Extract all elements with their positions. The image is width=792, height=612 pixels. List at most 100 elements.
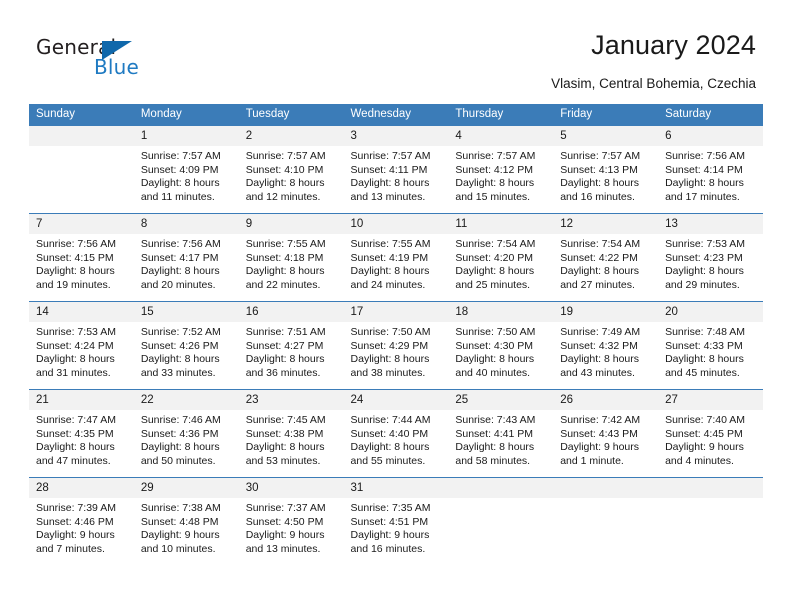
general-blue-logo[interactable]: General Blue [36, 36, 146, 84]
day-details: Sunrise: 7:50 AM Sunset: 4:29 PM Daylight:… [344, 322, 449, 380]
calendar-day[interactable]: 8 Sunrise: 7:56 AM Sunset: 4:17 PM Daylight… [133, 213, 239, 301]
calendar-day[interactable]: 21 Sunrise: 7:47 AM Sunset: 4:35 PM Dayligh… [29, 389, 134, 477]
daylight-duration-line2: and 12 minutes. [245, 190, 321, 203]
calendar-day[interactable]: 24 Sunrise: 7:44 AM Sunset: 4:40 PM Dayligh… [343, 389, 449, 477]
sunrise-time: Sunrise: 7:35 AM [350, 502, 431, 514]
daylight-duration-line1: Daylight: 8 hours [245, 177, 325, 190]
calendar-day-cell: 12 Sunrise: 7:54 AM Sunset: 4:22 PM Dayligh… [553, 213, 659, 301]
calendar-day[interactable]: 15 Sunrise: 7:52 AM Sunset: 4:26 PM Dayligh… [133, 301, 239, 389]
calendar-day[interactable]: 4 Sunrise: 7:57 AM Sunset: 4:12 PM Daylight… [448, 125, 554, 213]
calendar-day[interactable]: 11 Sunrise: 7:54 AM Sunset: 4:20 PM Dayligh… [448, 213, 554, 301]
calendar-day[interactable]: 25 Sunrise: 7:43 AM Sunset: 4:41 PM Dayligh… [448, 389, 554, 477]
daylight-duration-line2: and 50 minutes. [140, 454, 216, 467]
calendar-day[interactable]: 19 Sunrise: 7:49 AM Sunset: 4:32 PM Dayligh… [553, 301, 659, 389]
sunset-time: Sunset: 4:19 PM [350, 251, 429, 264]
daylight-duration-line2: and 38 minutes. [350, 366, 426, 379]
calendar-day[interactable]: 17 Sunrise: 7:50 AM Sunset: 4:29 PM Dayligh… [343, 301, 449, 389]
sunset-time: Sunset: 4:30 PM [455, 339, 534, 352]
calendar-day-cell: 27 Sunrise: 7:40 AM Sunset: 4:45 PM Dayligh… [658, 389, 763, 477]
calendar-day-cell [553, 477, 659, 565]
day-details: Sunrise: 7:52 AM Sunset: 4:26 PM Daylight:… [134, 322, 239, 380]
sunset-time: Sunset: 4:41 PM [455, 427, 534, 440]
calendar-day[interactable]: 28 Sunrise: 7:39 AM Sunset: 4:46 PM Dayligh… [29, 477, 134, 565]
calendar-day[interactable]: 10 Sunrise: 7:55 AM Sunset: 4:19 PM Dayligh… [343, 213, 449, 301]
daylight-duration-line2: and 15 minutes. [455, 190, 531, 203]
sunrise-time: Sunrise: 7:57 AM [560, 150, 641, 162]
daylight-duration-line2: and 24 minutes. [350, 278, 426, 291]
weekday-header-monday: Monday [133, 104, 239, 125]
calendar-day[interactable]: 2 Sunrise: 7:57 AM Sunset: 4:10 PM Daylight… [238, 125, 344, 213]
calendar-day-cell: 30 Sunrise: 7:37 AM Sunset: 4:50 PM Dayligh… [238, 477, 344, 565]
sunrise-time: Sunrise: 7:43 AM [455, 414, 536, 426]
sunset-time: Sunset: 4:32 PM [560, 339, 638, 352]
calendar-day-cell [448, 477, 554, 565]
sunset-time: Sunset: 4:12 PM [455, 163, 534, 176]
day-number: 31 [343, 478, 449, 498]
day-details: Sunrise: 7:57 AM Sunset: 4:11 PM Daylight:… [344, 146, 449, 204]
calendar-day[interactable]: 31 Sunrise: 7:35 AM Sunset: 4:51 PM Dayligh… [343, 477, 449, 565]
calendar-day[interactable]: 1 Sunrise: 7:57 AM Sunset: 4:09 PM Daylight… [133, 125, 239, 213]
sunset-time: Sunset: 4:45 PM [665, 427, 743, 440]
calendar-day-cell [29, 125, 134, 213]
calendar-day[interactable]: 29 Sunrise: 7:38 AM Sunset: 4:48 PM Dayligh… [133, 477, 239, 565]
day-number: 24 [343, 390, 449, 410]
calendar-week-row: 1 Sunrise: 7:57 AM Sunset: 4:09 PM Daylight… [29, 125, 763, 213]
calendar-day[interactable]: 13 Sunrise: 7:53 AM Sunset: 4:23 PM Dayligh… [658, 213, 763, 301]
calendar-day[interactable]: 30 Sunrise: 7:37 AM Sunset: 4:50 PM Dayligh… [238, 477, 344, 565]
day-details: Sunrise: 7:45 AM Sunset: 4:38 PM Daylight:… [239, 410, 344, 468]
day-number: 22 [133, 390, 239, 410]
sunrise-time: Sunrise: 7:57 AM [350, 150, 431, 162]
daylight-duration-line1: Daylight: 9 hours [36, 529, 115, 542]
daylight-duration-line2: and 47 minutes. [36, 454, 111, 467]
day-number [448, 478, 554, 498]
calendar-day[interactable]: 23 Sunrise: 7:45 AM Sunset: 4:38 PM Dayligh… [238, 389, 344, 477]
day-details: Sunrise: 7:56 AM Sunset: 4:17 PM Daylight:… [134, 234, 239, 292]
day-details: Sunrise: 7:56 AM Sunset: 4:14 PM Daylight:… [658, 146, 763, 204]
sunrise-time: Sunrise: 7:57 AM [455, 150, 536, 162]
calendar-day[interactable]: 3 Sunrise: 7:57 AM Sunset: 4:11 PM Daylight… [343, 125, 449, 213]
calendar-day-cell: 10 Sunrise: 7:55 AM Sunset: 4:19 PM Dayligh… [343, 213, 449, 301]
daylight-duration-line2: and 11 minutes. [140, 190, 215, 203]
day-number: 9 [238, 214, 344, 234]
day-details: Sunrise: 7:47 AM Sunset: 4:35 PM Daylight:… [29, 410, 134, 468]
daylight-duration-line2: and 27 minutes. [560, 278, 635, 291]
calendar-day[interactable]: 18 Sunrise: 7:50 AM Sunset: 4:30 PM Dayligh… [448, 301, 554, 389]
daylight-duration-line1: Daylight: 8 hours [36, 441, 115, 454]
sunrise-time: Sunrise: 7:56 AM [140, 238, 221, 250]
calendar-day[interactable]: 7 Sunrise: 7:56 AM Sunset: 4:15 PM Daylight… [29, 213, 134, 301]
sunset-time: Sunset: 4:24 PM [36, 339, 114, 352]
sunset-time: Sunset: 4:38 PM [245, 427, 324, 440]
page-title: January 2024 [591, 30, 756, 60]
daylight-duration-line1: Daylight: 8 hours [140, 265, 220, 278]
daylight-duration-line2: and 22 minutes. [245, 278, 321, 291]
calendar-body: 1 Sunrise: 7:57 AM Sunset: 4:09 PM Daylight… [29, 125, 763, 565]
day-number: 4 [448, 126, 554, 146]
daylight-duration-line1: Daylight: 9 hours [245, 529, 325, 542]
sunset-time: Sunset: 4:22 PM [560, 251, 638, 264]
calendar-day[interactable]: 26 Sunrise: 7:42 AM Sunset: 4:43 PM Dayligh… [553, 389, 659, 477]
calendar-day[interactable]: 20 Sunrise: 7:48 AM Sunset: 4:33 PM Dayligh… [658, 301, 763, 389]
sunset-time: Sunset: 4:48 PM [140, 515, 219, 528]
calendar-day[interactable]: 9 Sunrise: 7:55 AM Sunset: 4:18 PM Daylight… [238, 213, 344, 301]
calendar-day[interactable]: 14 Sunrise: 7:53 AM Sunset: 4:24 PM Dayligh… [29, 301, 134, 389]
calendar-day-cell: 3 Sunrise: 7:57 AM Sunset: 4:11 PM Daylight… [343, 125, 449, 213]
calendar-day-cell: 28 Sunrise: 7:39 AM Sunset: 4:46 PM Dayligh… [29, 477, 134, 565]
calendar-day[interactable]: 6 Sunrise: 7:56 AM Sunset: 4:14 PM Daylight… [658, 125, 763, 213]
daylight-duration-line2: and 1 minute. [560, 454, 624, 467]
calendar-week-row: 28 Sunrise: 7:39 AM Sunset: 4:46 PM Dayligh… [29, 477, 763, 565]
calendar-week-row: 21 Sunrise: 7:47 AM Sunset: 4:35 PM Dayligh… [29, 389, 763, 477]
sunset-time: Sunset: 4:46 PM [36, 515, 114, 528]
daylight-duration-line1: Daylight: 8 hours [455, 265, 535, 278]
daylight-duration-line2: and 16 minutes. [350, 542, 426, 555]
calendar-day-cell: 25 Sunrise: 7:43 AM Sunset: 4:41 PM Dayligh… [448, 389, 554, 477]
calendar-day[interactable]: 5 Sunrise: 7:57 AM Sunset: 4:13 PM Daylight… [553, 125, 659, 213]
calendar-day[interactable]: 16 Sunrise: 7:51 AM Sunset: 4:27 PM Dayligh… [238, 301, 344, 389]
calendar-day[interactable]: 27 Sunrise: 7:40 AM Sunset: 4:45 PM Dayligh… [658, 389, 763, 477]
sunset-time: Sunset: 4:18 PM [245, 251, 324, 264]
sunrise-time: Sunrise: 7:44 AM [350, 414, 431, 426]
calendar-day[interactable]: 22 Sunrise: 7:46 AM Sunset: 4:36 PM Dayligh… [133, 389, 239, 477]
calendar-day-cell: 2 Sunrise: 7:57 AM Sunset: 4:10 PM Daylight… [238, 125, 344, 213]
sunrise-time: Sunrise: 7:47 AM [36, 414, 116, 426]
calendar-day[interactable]: 12 Sunrise: 7:54 AM Sunset: 4:22 PM Dayligh… [553, 213, 659, 301]
page-header: General Blue January 2024 Vlasim, Centra… [0, 0, 792, 100]
